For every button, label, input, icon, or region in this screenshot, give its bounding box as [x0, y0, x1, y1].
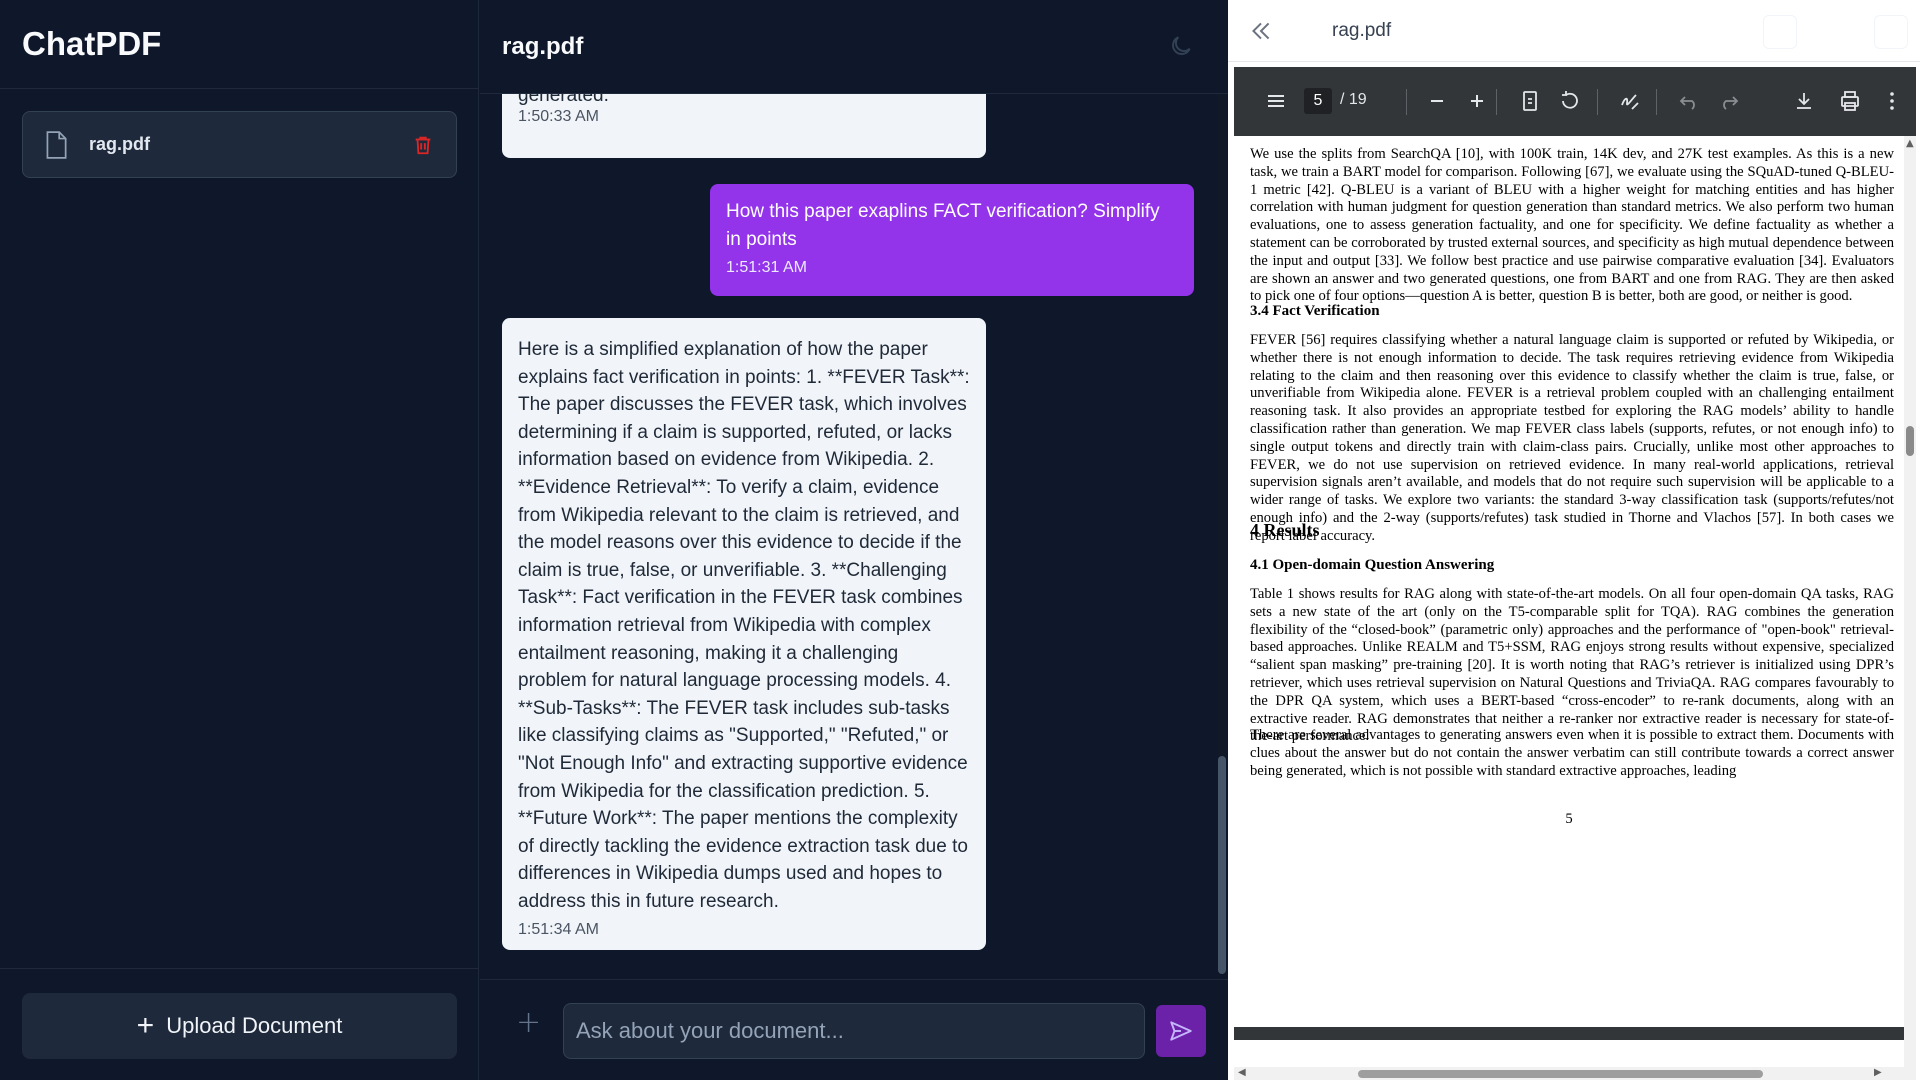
pdf-panel: rag.pdf 5 / 19 We use the splits from Se…: [1228, 0, 1920, 1080]
user-message: How this paper exaplins FACT verificatio…: [710, 184, 1194, 296]
pdf-section-heading: 3.4 Fact Verification: [1250, 303, 1380, 319]
pdf-title: rag.pdf: [1332, 20, 1392, 41]
zoom-in-icon[interactable]: [1465, 89, 1489, 113]
chat-header: rag.pdf: [480, 0, 1228, 94]
message-time: 1:50:33 AM: [518, 108, 599, 125]
scroll-right-icon[interactable]: ▶: [1874, 1067, 1882, 1078]
message-list: generated. 1:50:33 AM How this paper exa…: [480, 94, 1215, 979]
message-time: 1:51:34 AM: [518, 921, 599, 939]
toolbar-divider: [1656, 89, 1657, 115]
send-button[interactable]: [1156, 1005, 1206, 1057]
download-icon[interactable]: [1792, 89, 1816, 113]
scrollbar-track: [1218, 94, 1226, 756]
scroll-up-icon[interactable]: ▲: [1906, 138, 1914, 149]
pdf-section-heading: 4 Results: [1250, 520, 1320, 540]
toolbar-divider: [1406, 89, 1407, 115]
toolbar-divider: [1496, 89, 1497, 115]
pdf-header: rag.pdf: [1228, 0, 1920, 62]
pdf-page-number: 5: [1565, 811, 1573, 827]
message-input[interactable]: [563, 1003, 1145, 1059]
zoom-out-icon[interactable]: [1425, 89, 1449, 113]
pdf-paragraph: We use the splits from SearchQA [10], wi…: [1250, 146, 1894, 305]
message-text: Here is a simplified explanation of how …: [518, 339, 970, 912]
pdf-paragraph: Table 1 shows results for RAG along with…: [1250, 586, 1894, 745]
pdf-viewer: 5 / 19 We use the splits from SearchQA […: [1234, 67, 1916, 1080]
message-time: 1:51:31 AM: [726, 259, 807, 277]
pdf-paragraph: There are several advantages to generati…: [1250, 727, 1894, 779]
chat-panel: rag.pdf generated. 1:50:33 AM How this p…: [480, 0, 1228, 1080]
app-logo-text: ChatPDF: [22, 25, 162, 62]
header-button[interactable]: [1763, 15, 1797, 49]
pdf-page: We use the splits from SearchQA [10], wi…: [1234, 136, 1904, 1080]
ai-message: Here is a simplified explanation of how …: [502, 318, 986, 950]
sidebar-footer: + Upload Document: [0, 968, 479, 1080]
file-icon: [46, 130, 67, 159]
plus-icon[interactable]: +: [516, 1008, 541, 1038]
plus-icon: +: [136, 1009, 155, 1042]
page-total: / 19: [1340, 91, 1367, 108]
pdf-horizontal-scrollbar[interactable]: ◀ ▶: [1234, 1067, 1916, 1080]
scrollbar-thumb[interactable]: [1358, 1070, 1763, 1078]
pdf-vertical-scrollbar[interactable]: ▲: [1904, 136, 1916, 1080]
fit-page-icon[interactable]: [1518, 89, 1542, 113]
scroll-left-icon[interactable]: ◀: [1238, 1067, 1246, 1078]
upload-document-button[interactable]: + Upload Document: [22, 993, 457, 1059]
menu-icon[interactable]: [1264, 89, 1288, 113]
message-text: How this paper exaplins FACT verificatio…: [726, 201, 1160, 250]
trash-icon[interactable]: [412, 134, 434, 156]
print-icon[interactable]: [1838, 89, 1862, 113]
page-number-input[interactable]: 5: [1304, 88, 1332, 114]
sidebar: ChatPDF rag.pdf + Upload Document: [0, 0, 479, 1080]
pdf-toolbar: 5 / 19: [1234, 67, 1916, 136]
draw-icon[interactable]: [1618, 89, 1642, 113]
document-item[interactable]: rag.pdf: [22, 111, 457, 178]
header-button[interactable]: [1874, 15, 1908, 49]
document-name: rag.pdf: [89, 134, 150, 154]
undo-icon[interactable]: [1677, 89, 1701, 113]
composer: +: [480, 979, 1228, 1080]
send-icon: [1170, 1021, 1192, 1041]
more-icon[interactable]: [1880, 89, 1904, 113]
pdf-section-heading: 4.1 Open-domain Question Answering: [1250, 557, 1495, 573]
chat-title: rag.pdf: [502, 32, 584, 60]
chat-scrollbar[interactable]: [1215, 94, 1228, 979]
double-chevron-left-icon[interactable]: [1248, 18, 1274, 44]
scrollbar-thumb[interactable]: [1218, 756, 1226, 974]
moon-icon[interactable]: [1168, 33, 1194, 59]
app: ChatPDF rag.pdf + Upload Document rag.pd…: [0, 0, 1920, 1080]
pdf-paragraph: FEVER [56] requires classifying whether …: [1250, 332, 1894, 544]
redo-icon[interactable]: [1717, 89, 1741, 113]
ai-message: generated. 1:50:33 AM: [502, 94, 986, 158]
rotate-icon[interactable]: [1558, 89, 1582, 113]
brand-header: ChatPDF: [0, 0, 478, 89]
scrollbar-thumb[interactable]: [1906, 426, 1914, 456]
toolbar-divider: [1597, 89, 1598, 115]
page-gap: [1234, 1027, 1904, 1040]
upload-label: Upload Document: [166, 1013, 343, 1038]
